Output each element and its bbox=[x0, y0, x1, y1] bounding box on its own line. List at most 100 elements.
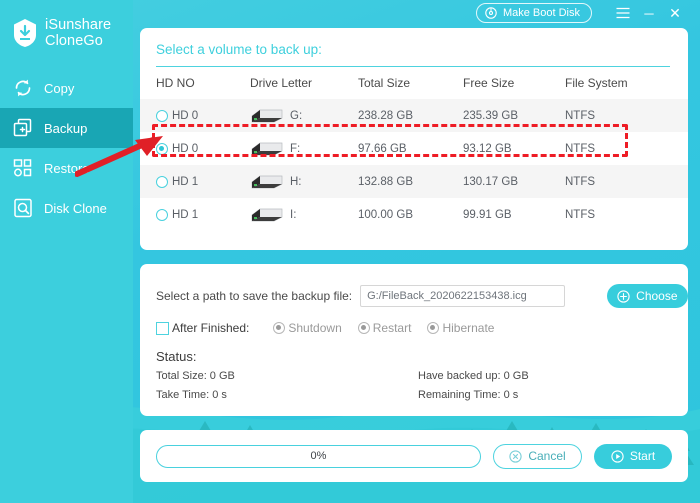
volumes-table: HD NO Drive Letter Total Size Free Size … bbox=[140, 67, 688, 231]
cell-hd-no: HD 0 bbox=[172, 142, 199, 155]
sidebar: iSunshare CloneGo Copy Backup Restore Di… bbox=[0, 0, 133, 503]
cell-total-size: 97.66 GB bbox=[358, 142, 407, 155]
option-restart-label: Restart bbox=[372, 321, 412, 335]
cell-drive-letter: G: bbox=[290, 109, 303, 122]
brand-text: iSunshare CloneGo bbox=[45, 17, 111, 49]
table-row[interactable]: HD 1 I: 100.00 GB 99.91 GB NTFS bbox=[140, 198, 688, 231]
copy-plus-icon bbox=[13, 118, 32, 137]
close-icon: ✕ bbox=[669, 5, 681, 21]
disc-icon bbox=[485, 7, 497, 19]
make-boot-disk-button[interactable]: Make Boot Disk bbox=[475, 3, 592, 23]
table-row[interactable]: HD 1 H: 132.88 GB 130.17 GB NTFS bbox=[140, 165, 688, 198]
cell-total-size: 100.00 GB bbox=[358, 208, 413, 221]
make-boot-disk-label: Make Boot Disk bbox=[502, 7, 580, 19]
status-take-time: Take Time: 0 s bbox=[156, 389, 227, 401]
status-grid: Total Size: 0 GB Have backed up: 0 GB Ta… bbox=[140, 364, 688, 401]
cell-free-size: 99.91 GB bbox=[463, 208, 512, 221]
sidebar-item-label: Backup bbox=[44, 120, 88, 136]
start-button[interactable]: Start bbox=[594, 443, 672, 469]
cell-file-system: NTFS bbox=[565, 175, 596, 188]
table-row[interactable]: HD 0 F: 97.66 GB 93.12 GB NTFS bbox=[140, 132, 688, 165]
shutdown-radio[interactable] bbox=[273, 322, 286, 334]
sidebar-nav: Copy Backup Restore Disk Clone bbox=[0, 68, 133, 228]
option-shutdown[interactable]: Shutdown bbox=[273, 321, 342, 335]
table-header-row: HD NO Drive Letter Total Size Free Size … bbox=[140, 67, 688, 99]
start-button-label: Start bbox=[629, 449, 656, 463]
cell-hd-no: HD 1 bbox=[172, 175, 199, 188]
cell-file-system: NTFS bbox=[565, 208, 596, 221]
volumes-panel-title: Select a volume to back up: bbox=[156, 42, 322, 57]
minimize-icon: ─ bbox=[644, 5, 654, 21]
column-header-free-size: Free Size bbox=[463, 76, 515, 90]
actions-row: 0% Cancel Start bbox=[140, 430, 688, 482]
volumes-panel: Select a volume to back up: HD NO Drive … bbox=[140, 28, 688, 250]
status-title: Status: bbox=[156, 349, 197, 364]
cell-total-size: 238.28 GB bbox=[358, 109, 413, 122]
cell-file-system: NTFS bbox=[565, 142, 596, 155]
hard-drive-icon bbox=[251, 142, 283, 156]
hibernate-radio[interactable] bbox=[427, 322, 440, 334]
volume-radio[interactable] bbox=[156, 109, 168, 122]
option-restart[interactable]: Restart bbox=[357, 321, 412, 335]
sidebar-item-restore[interactable]: Restore bbox=[0, 148, 133, 188]
column-header-hd-no: HD NO bbox=[156, 76, 195, 90]
app-window: iSunshare CloneGo Copy Backup Restore Di… bbox=[0, 0, 700, 503]
minimize-button[interactable]: ─ bbox=[636, 2, 662, 24]
shield-download-icon bbox=[14, 19, 36, 47]
after-finished-checkbox[interactable] bbox=[156, 321, 169, 335]
cell-drive-letter: H: bbox=[290, 175, 302, 188]
play-circle-icon bbox=[611, 449, 624, 463]
volume-radio-selected[interactable] bbox=[156, 142, 168, 155]
progress-percent-label: 0% bbox=[310, 450, 327, 462]
column-header-total-size: Total Size bbox=[358, 76, 411, 90]
status-total-size: Total Size: 0 GB bbox=[156, 370, 235, 382]
cell-free-size: 130.17 GB bbox=[463, 175, 518, 188]
cell-drive-letter: F: bbox=[290, 142, 301, 155]
cell-free-size: 235.39 GB bbox=[463, 109, 518, 122]
hard-drive-icon bbox=[251, 175, 283, 189]
choose-button-label: Choose bbox=[636, 289, 678, 303]
option-shutdown-label: Shutdown bbox=[288, 321, 342, 335]
cancel-button[interactable]: Cancel bbox=[493, 443, 582, 469]
table-row[interactable]: HD 0 G: 238.28 GB 235.39 GB NTFS bbox=[140, 99, 688, 132]
brand-line-2: CloneGo bbox=[45, 33, 103, 49]
after-finished-row: After Finished: Shutdown Restart Hiberna… bbox=[140, 308, 688, 335]
option-hibernate[interactable]: Hibernate bbox=[427, 321, 494, 335]
status-remaining-time: Remaining Time: 0 s bbox=[418, 389, 519, 401]
sidebar-item-label: Disk Clone bbox=[44, 200, 107, 216]
hard-drive-icon bbox=[251, 208, 283, 222]
close-circle-icon bbox=[509, 449, 522, 463]
option-hibernate-label: Hibernate bbox=[442, 321, 495, 335]
volume-radio[interactable] bbox=[156, 208, 168, 221]
hard-drive-icon bbox=[251, 109, 283, 123]
backup-path-input[interactable] bbox=[360, 285, 565, 307]
column-header-file-system: File System bbox=[565, 76, 628, 90]
close-button[interactable]: ✕ bbox=[662, 2, 688, 24]
sidebar-item-backup[interactable]: Backup bbox=[0, 108, 133, 148]
cell-hd-no: HD 1 bbox=[172, 208, 199, 221]
cell-hd-no: HD 0 bbox=[172, 109, 199, 122]
refresh-circular-icon bbox=[15, 79, 31, 97]
backup-path-row: Select a path to save the backup file: C… bbox=[140, 264, 688, 308]
volume-radio[interactable] bbox=[156, 175, 168, 188]
sidebar-item-disk-clone[interactable]: Disk Clone bbox=[0, 188, 133, 228]
restart-radio[interactable] bbox=[357, 322, 370, 334]
title-bar: Make Boot Disk ─ ✕ bbox=[133, 0, 700, 26]
brand-line-1: iSunshare bbox=[45, 17, 112, 33]
settings-panel: Select a path to save the backup file: C… bbox=[140, 264, 688, 416]
hamburger-menu-glyph bbox=[616, 7, 630, 19]
status-have-backed-up: Have backed up: 0 GB bbox=[418, 370, 529, 382]
actions-panel: 0% Cancel Start bbox=[140, 430, 688, 482]
hamburger-menu-icon[interactable] bbox=[610, 2, 636, 24]
sidebar-item-label: Copy bbox=[44, 80, 75, 96]
backup-path-label: Select a path to save the backup file: bbox=[156, 289, 353, 303]
progress-bar: 0% bbox=[156, 444, 481, 468]
cell-file-system: NTFS bbox=[565, 109, 596, 122]
disk-search-icon bbox=[14, 198, 32, 218]
sidebar-item-copy[interactable]: Copy bbox=[0, 68, 133, 108]
sidebar-item-label: Restore bbox=[44, 160, 90, 176]
choose-button[interactable]: Choose bbox=[606, 284, 688, 308]
brand-logo: iSunshare CloneGo bbox=[0, 0, 133, 54]
after-finished-label: After Finished: bbox=[172, 321, 250, 335]
restore-blocks-icon bbox=[13, 159, 32, 177]
